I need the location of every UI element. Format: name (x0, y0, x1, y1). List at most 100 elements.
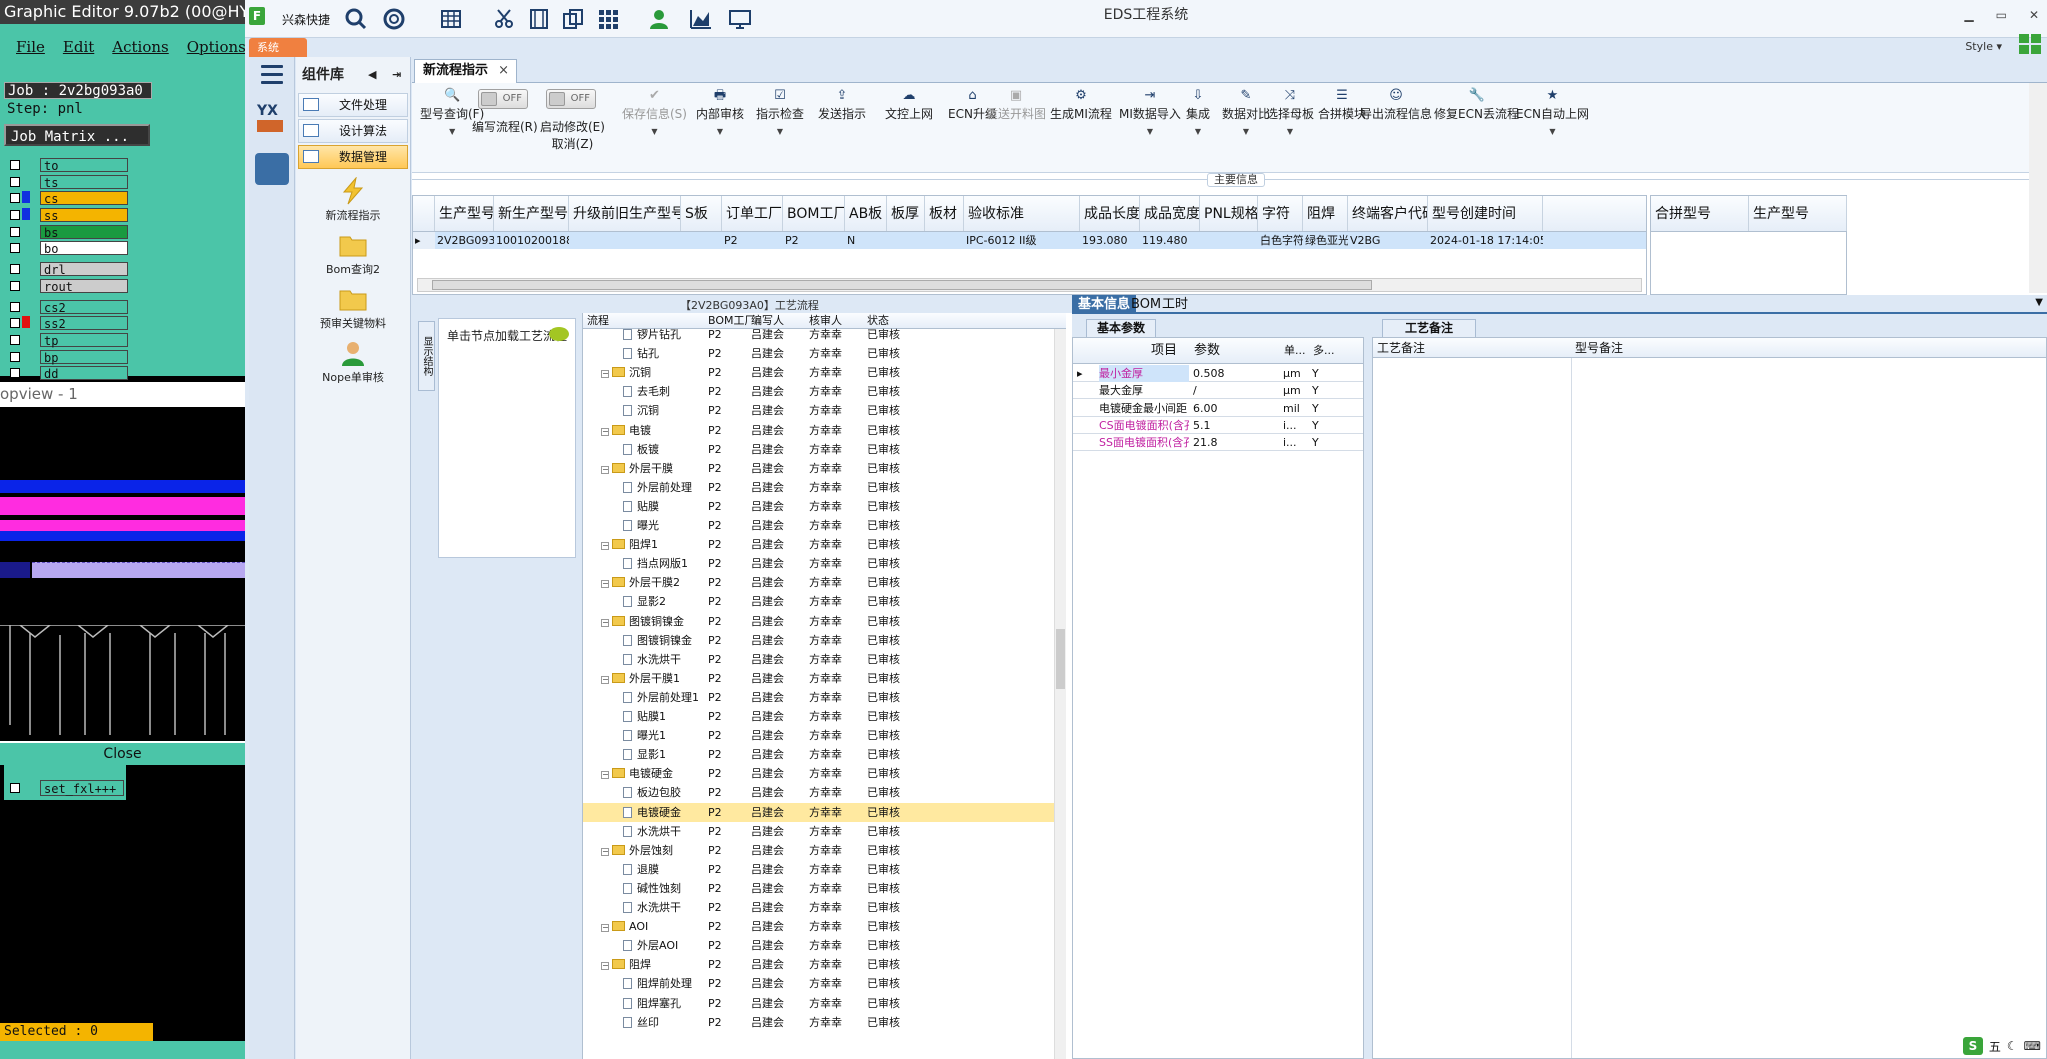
collapse-icon[interactable]: − (601, 618, 609, 627)
tree-row[interactable]: 板镀 P2 吕建会 方幸幸 已审核 (583, 440, 1063, 459)
ribbon-button[interactable]: ☰ 合拼模块 (1318, 89, 1366, 122)
tool-item[interactable]: Bom查询2 (296, 231, 410, 277)
column-header[interactable]: 型号创建时间 (1428, 196, 1543, 231)
collapse-icon[interactable]: − (601, 542, 609, 551)
layer-row[interactable]: ss (6, 207, 128, 224)
ribbon-button[interactable]: ✎ 数据对比 ▼ (1222, 89, 1270, 137)
column-header[interactable]: 生产型号 (1749, 196, 1847, 231)
tree-row[interactable]: 阻焊前处理 P2 吕建会 方幸幸 已审核 (583, 974, 1063, 993)
chevron-down-icon[interactable]: ▼ (1516, 127, 1589, 136)
ribbon-button[interactable]: ⇪ 发送指示 (818, 89, 866, 122)
layer-checkbox[interactable] (10, 783, 20, 793)
layer-row[interactable]: bs (6, 224, 128, 241)
system-tab[interactable]: 系统 (249, 38, 307, 57)
column-header[interactable]: 字符 (1258, 196, 1303, 231)
column-header[interactable]: 板材 (925, 196, 964, 231)
tool-item[interactable]: Nope单审核 (296, 339, 410, 385)
tree-row[interactable]: 水洗烘干 P2 吕建会 方幸幸 已审核 (583, 650, 1063, 669)
workstation-icon[interactable] (255, 153, 289, 185)
tree-row[interactable]: − 图镀铜镍金 P2 吕建会 方幸幸 已审核 (583, 612, 1063, 631)
chevron-down-icon[interactable]: ▼ (1186, 127, 1210, 136)
layer-checkbox[interactable] (10, 318, 20, 329)
show-structure-tab[interactable]: 显示结构 (418, 321, 435, 391)
tree-row[interactable]: − AOI P2 吕建会 方幸幸 已审核 (583, 917, 1063, 936)
param-row[interactable]: CS面电镀面积(含孔) 5.1 i... Y (1073, 417, 1363, 434)
toggle-switch[interactable]: OFF (478, 89, 528, 109)
param-row[interactable]: 电镀硬金最小间距 6.00 mil Y (1073, 400, 1363, 417)
menu-actions[interactable]: Actions (112, 38, 168, 76)
layer-checkbox[interactable] (10, 368, 20, 379)
column-header[interactable]: 新生产型号 (494, 196, 569, 231)
collapse-icon[interactable]: − (601, 370, 609, 379)
tree-row[interactable]: − 电镀硬金 P2 吕建会 方幸幸 已审核 (583, 764, 1063, 783)
column-header[interactable]: AB板 (845, 196, 887, 231)
ribbon-sub-label[interactable]: 取消(Z) (540, 135, 605, 152)
param-row[interactable]: ▸ 最小金厚 0.508 μm Y (1073, 365, 1363, 382)
chevron-down-icon[interactable]: ▼ (1119, 127, 1181, 136)
ribbon-button[interactable]: ⇩ 集成 ▼ (1186, 89, 1210, 137)
tree-row[interactable]: 曝光1 P2 吕建会 方幸幸 已审核 (583, 726, 1063, 745)
column-header[interactable]: 生产型号 (435, 196, 494, 231)
table-row[interactable]: ▸2V2BG093A010010200188189 P2 P2 N IPC-6012 I… (413, 232, 1646, 249)
column-header[interactable]: 验收标准 (964, 196, 1080, 231)
tree-row[interactable]: 水洗烘干 P2 吕建会 方幸幸 已审核 (583, 898, 1063, 917)
column-header[interactable]: BOM工厂 (783, 196, 845, 231)
ribbon-button[interactable]: ☑ 指示检查 ▼ (756, 89, 804, 137)
layer-checkbox[interactable] (10, 301, 20, 312)
column-header[interactable]: 板厚 (887, 196, 925, 231)
layer-row[interactable]: ts (6, 174, 128, 191)
nav-item-1[interactable]: 设计算法 (298, 119, 408, 143)
collapse-icon[interactable]: − (601, 465, 609, 474)
collapse-icon[interactable]: − (601, 675, 609, 684)
collapse-icon[interactable]: − (601, 580, 609, 589)
tree-row[interactable]: 碱性蚀刻 P2 吕建会 方幸幸 已审核 (583, 879, 1063, 898)
param-row[interactable]: 最大金厚 / μm Y (1073, 382, 1363, 400)
layer-row[interactable]: bo (6, 240, 128, 257)
tree-row[interactable]: 外层前处理 P2 吕建会 方幸幸 已审核 (583, 478, 1063, 497)
ribbon-vertical-scrollbar[interactable] (2029, 83, 2047, 293)
ime-indicator[interactable]: 五 (1989, 1038, 2001, 1055)
tree-row[interactable]: − 外层干膜 P2 吕建会 方幸幸 已审核 (583, 459, 1063, 478)
ribbon-button[interactable]: ▣ 重送开料图 (986, 89, 1046, 122)
column-header[interactable]: 成品宽度 (1140, 196, 1200, 231)
chevron-down-icon[interactable]: ▼ (622, 127, 687, 136)
layer-row[interactable]: bp (6, 349, 128, 366)
layer-row[interactable]: tp (6, 332, 128, 349)
tree-row[interactable]: 图镀铜镍金 P2 吕建会 方幸幸 已审核 (583, 631, 1063, 650)
params-column-header[interactable]: 参数 (1194, 338, 1220, 364)
tree-row[interactable]: 贴膜 P2 吕建会 方幸幸 已审核 (583, 497, 1063, 516)
layer-checkbox[interactable] (10, 243, 20, 254)
tree-row[interactable]: 丝印 P2 吕建会 方幸幸 已审核 (583, 1013, 1063, 1032)
tree-row[interactable]: 退膜 P2 吕建会 方幸幸 已审核 (583, 860, 1063, 879)
tree-row[interactable]: − 沉铜 P2 吕建会 方幸幸 已审核 (583, 363, 1063, 382)
tree-scrollbar[interactable] (1054, 329, 1066, 1059)
column-header[interactable]: 终端客户代码 (1348, 196, 1428, 231)
column-header[interactable]: S板 (681, 196, 722, 231)
layer-checkbox[interactable] (10, 176, 20, 187)
tree-row[interactable]: 板边包胶 P2 吕建会 方幸幸 已审核 (583, 783, 1063, 802)
moon-icon[interactable]: ☾ (2007, 1039, 2018, 1053)
horizontal-scrollbar[interactable] (417, 278, 1642, 292)
layer-row[interactable]: rout (6, 278, 128, 295)
nav-item-2[interactable]: 数据管理 (298, 145, 408, 169)
tree-row[interactable]: 锣片钻孔 P2 吕建会 方幸幸 已审核 (583, 325, 1063, 344)
ribbon-button[interactable]: ⤨ 选择母板 ▼ (1266, 89, 1314, 137)
ribbon-button[interactable]: 编写流程(R) (472, 118, 538, 135)
ribbon-button[interactable]: ☁ 文控上网 (885, 89, 933, 122)
tree-row[interactable]: 钻孔 P2 吕建会 方幸幸 已审核 (583, 344, 1063, 363)
tree-row[interactable]: 水洗烘干 P2 吕建会 方幸幸 已审核 (583, 822, 1063, 841)
ribbon-button[interactable]: ⇥ MI数据导入 ▼ (1119, 89, 1181, 137)
tree-row[interactable]: 显影2 P2 吕建会 方幸幸 已审核 (583, 592, 1063, 611)
layer-row[interactable]: drl (6, 261, 128, 278)
tree-row[interactable]: − 外层干膜1 P2 吕建会 方幸幸 已审核 (583, 669, 1063, 688)
layer-checkbox[interactable] (10, 351, 20, 362)
layer-row[interactable]: dd (6, 365, 128, 382)
ribbon-button[interactable]: ☺ 导出流程信息 (1360, 89, 1432, 122)
tab-new-process[interactable]: 新流程指示 × (414, 59, 518, 83)
ribbon-button[interactable]: ⚙ 生成MI流程 (1050, 89, 1112, 122)
tool-item[interactable]: 预审关键物料 (296, 285, 410, 331)
restore-button[interactable]: ▭ (1996, 8, 2007, 22)
pin-icon[interactable]: ⇥ (392, 57, 401, 93)
layer-checkbox[interactable] (10, 334, 20, 345)
menu-file[interactable]: File (16, 38, 45, 76)
